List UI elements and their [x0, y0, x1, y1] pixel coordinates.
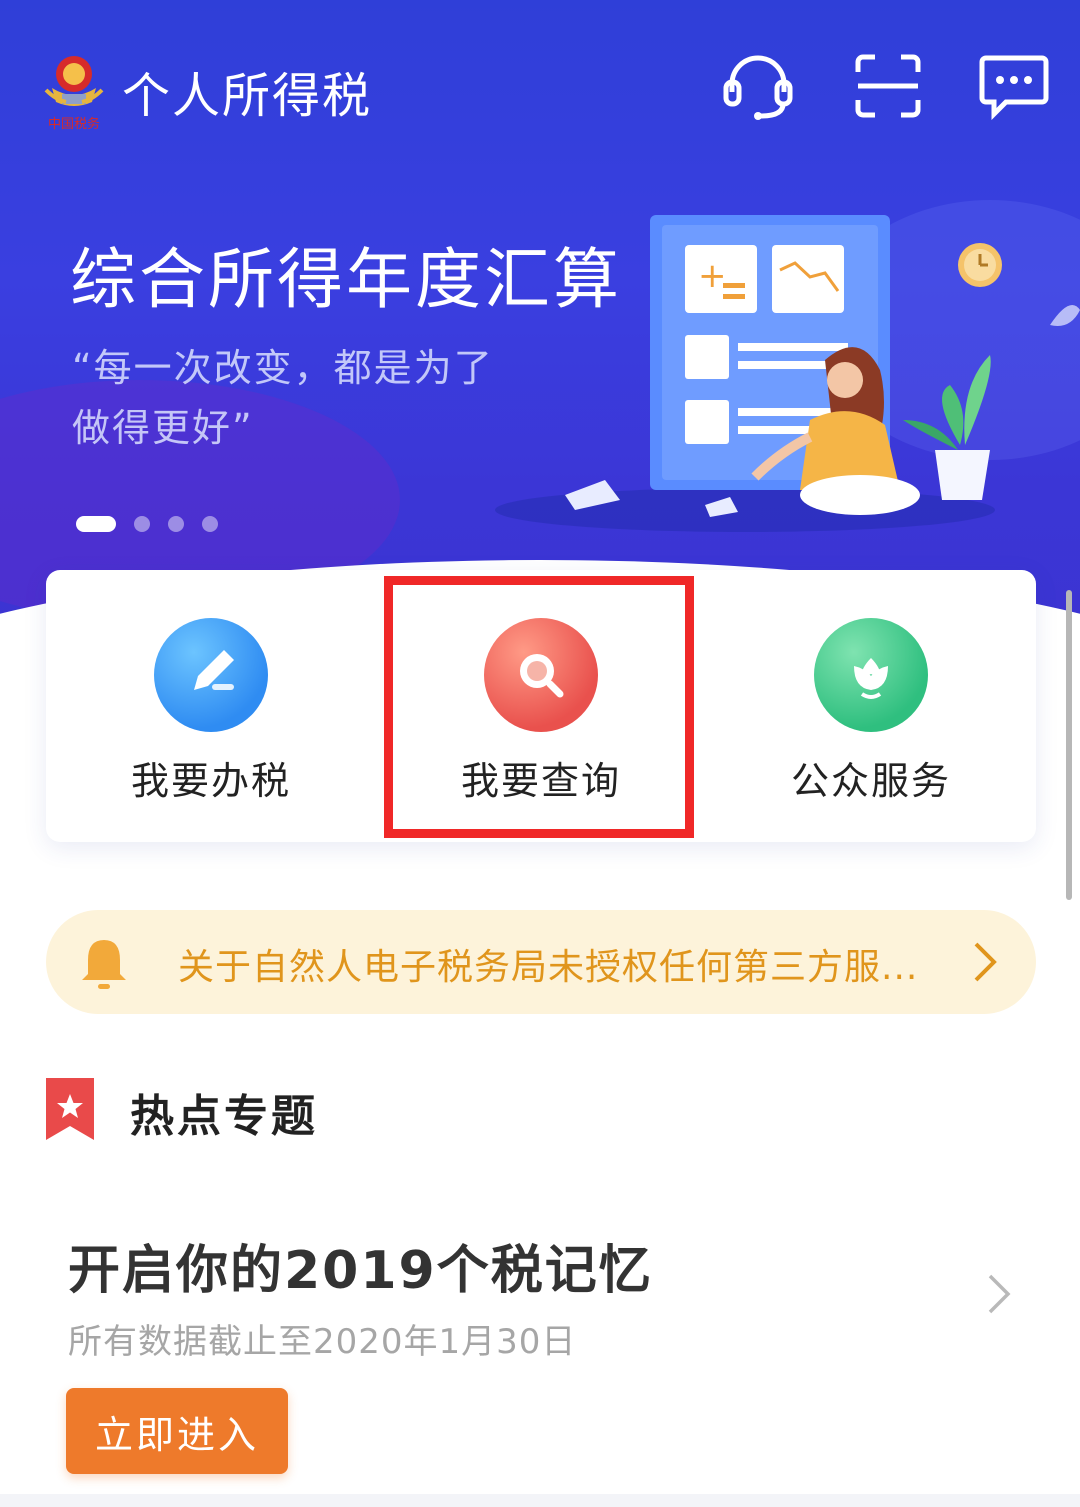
carousel-indicator[interactable]: [76, 516, 218, 532]
action-icon-bg: [814, 618, 928, 732]
action-icon-bg: [154, 618, 268, 732]
action-label: 公众服务: [790, 759, 951, 803]
banner-quote: “每一次改变，都是为了做得更好”: [72, 346, 494, 450]
notice-bar[interactable]: 关于自然人电子税务局未授权任何第三方服...: [46, 910, 1036, 1014]
bookmark-star-icon: [46, 1078, 94, 1140]
action-tax-service[interactable]: 我要办税: [46, 570, 376, 842]
headset-icon[interactable]: [722, 52, 794, 120]
flower-icon: [854, 658, 888, 699]
chat-icon[interactable]: [978, 52, 1050, 120]
scan-icon[interactable]: [852, 52, 924, 120]
scrollbar[interactable]: [1066, 590, 1072, 900]
carousel-dot[interactable]: [134, 516, 150, 532]
top-bar: 中国税务 个人所得税: [0, 0, 1080, 170]
feature-title[interactable]: 开启你的2019个税记忆: [68, 1228, 653, 1303]
carousel-dot[interactable]: [202, 516, 218, 532]
bell-icon: [82, 940, 126, 989]
svg-text:中国税务: 中国税务: [48, 116, 100, 132]
edit-icon: [194, 650, 234, 690]
action-public-service[interactable]: 公众服务: [706, 570, 1036, 842]
svg-text:+: +: [698, 256, 727, 296]
chevron-right-icon[interactable]: [984, 1272, 1016, 1316]
feature-subtitle: 所有数据截止至2020年1月30日: [68, 1322, 577, 1362]
chevron-right-icon: [974, 942, 997, 982]
app-title: 个人所得税: [122, 68, 373, 124]
highlight-annotation-box: [384, 576, 694, 838]
carousel-dot-active[interactable]: [76, 516, 116, 532]
notice-text: 关于自然人电子税务局未授权任何第三方服...: [178, 947, 919, 988]
tax-emblem-logo: 中国税务: [44, 56, 104, 132]
hot-topics-title: 热点专题: [130, 1091, 318, 1142]
action-label: 我要办税: [130, 759, 291, 803]
bottom-divider: [0, 1494, 1080, 1507]
banner-title: 综合所得年度汇算: [70, 241, 622, 318]
enter-now-button[interactable]: 立即进入: [66, 1388, 288, 1474]
carousel-dot[interactable]: [168, 516, 184, 532]
